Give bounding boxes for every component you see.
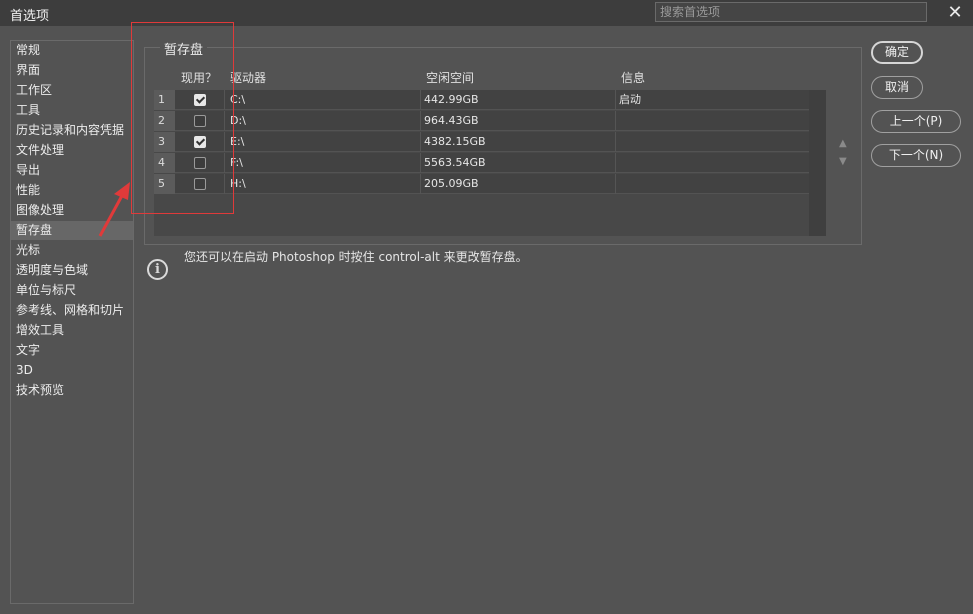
column-divider bbox=[420, 132, 421, 152]
sidebar-item-general[interactable]: 常规 bbox=[11, 41, 133, 60]
sidebar-item-3d[interactable]: 3D bbox=[11, 361, 133, 380]
info-icon: i bbox=[147, 259, 168, 280]
table-row[interactable]: 5 H:\ 205.09GB bbox=[154, 174, 809, 194]
table-row[interactable]: 2 D:\ 964.43GB bbox=[154, 111, 809, 131]
sidebar-item-guides[interactable]: 参考线、网格和切片 bbox=[11, 301, 133, 320]
free-space-cell: 442.99GB bbox=[424, 93, 479, 106]
move-up-icon[interactable]: ▲ bbox=[839, 138, 847, 149]
sidebar-item-export[interactable]: 导出 bbox=[11, 161, 133, 180]
column-divider bbox=[615, 132, 616, 152]
table-scrollbar[interactable] bbox=[809, 90, 826, 236]
annotation-arrow-icon bbox=[98, 182, 130, 237]
column-divider bbox=[420, 90, 421, 110]
free-space-cell: 205.09GB bbox=[424, 177, 479, 190]
sidebar-item-plugins[interactable]: 增效工具 bbox=[11, 321, 133, 340]
move-down-icon[interactable]: ▼ bbox=[839, 156, 847, 167]
column-header-free-space: 空闲空间 bbox=[426, 71, 475, 85]
column-divider bbox=[615, 174, 616, 194]
sidebar-item-transparency[interactable]: 透明度与色域 bbox=[11, 261, 133, 280]
window-title: 首选项 bbox=[10, 9, 50, 24]
info-cell: 启动 bbox=[619, 93, 641, 106]
sidebar-item-cursors[interactable]: 光标 bbox=[11, 241, 133, 260]
column-divider bbox=[420, 153, 421, 173]
table-row[interactable]: 4 F:\ 5563.54GB bbox=[154, 153, 809, 173]
column-divider bbox=[615, 111, 616, 131]
sidebar-item-units[interactable]: 单位与标尺 bbox=[11, 281, 133, 300]
sidebar-item-tools[interactable]: 工具 bbox=[11, 101, 133, 120]
close-icon[interactable]: ✕ bbox=[944, 2, 966, 24]
sidebar-item-tech-previews[interactable]: 技术预览 bbox=[11, 381, 133, 400]
sidebar-item-type[interactable]: 文字 bbox=[11, 341, 133, 360]
ok-button[interactable]: 确定 bbox=[871, 41, 923, 64]
free-space-cell: 5563.54GB bbox=[424, 156, 486, 169]
column-divider bbox=[615, 153, 616, 173]
preferences-sidebar: 常规 界面 工作区 工具 历史记录和内容凭据 文件处理 导出 性能 图像处理 暂… bbox=[10, 40, 134, 604]
annotation-highlight-box bbox=[131, 22, 234, 214]
previous-button[interactable]: 上一个(P) bbox=[871, 110, 961, 133]
sidebar-item-file-handling[interactable]: 文件处理 bbox=[11, 141, 133, 160]
free-space-cell: 4382.15GB bbox=[424, 135, 486, 148]
column-header-drive: 驱动器 bbox=[230, 71, 267, 85]
column-divider bbox=[420, 174, 421, 194]
next-button[interactable]: 下一个(N) bbox=[871, 144, 961, 167]
column-header-info: 信息 bbox=[621, 71, 646, 85]
info-message: 您还可以在启动 Photoshop 时按住 control-alt 来更改暂存盘… bbox=[184, 250, 528, 264]
table-row[interactable]: 3 E:\ 4382.15GB bbox=[154, 132, 809, 152]
column-divider bbox=[615, 90, 616, 110]
table-row[interactable]: 1 C:\ 442.99GB 启动 bbox=[154, 90, 809, 110]
free-space-cell: 964.43GB bbox=[424, 114, 479, 127]
column-divider bbox=[420, 111, 421, 131]
cancel-button[interactable]: 取消 bbox=[871, 76, 923, 99]
search-input[interactable] bbox=[655, 2, 927, 22]
sidebar-item-workspace[interactable]: 工作区 bbox=[11, 81, 133, 100]
sidebar-item-history[interactable]: 历史记录和内容凭据 bbox=[11, 121, 133, 140]
sidebar-item-interface[interactable]: 界面 bbox=[11, 61, 133, 80]
